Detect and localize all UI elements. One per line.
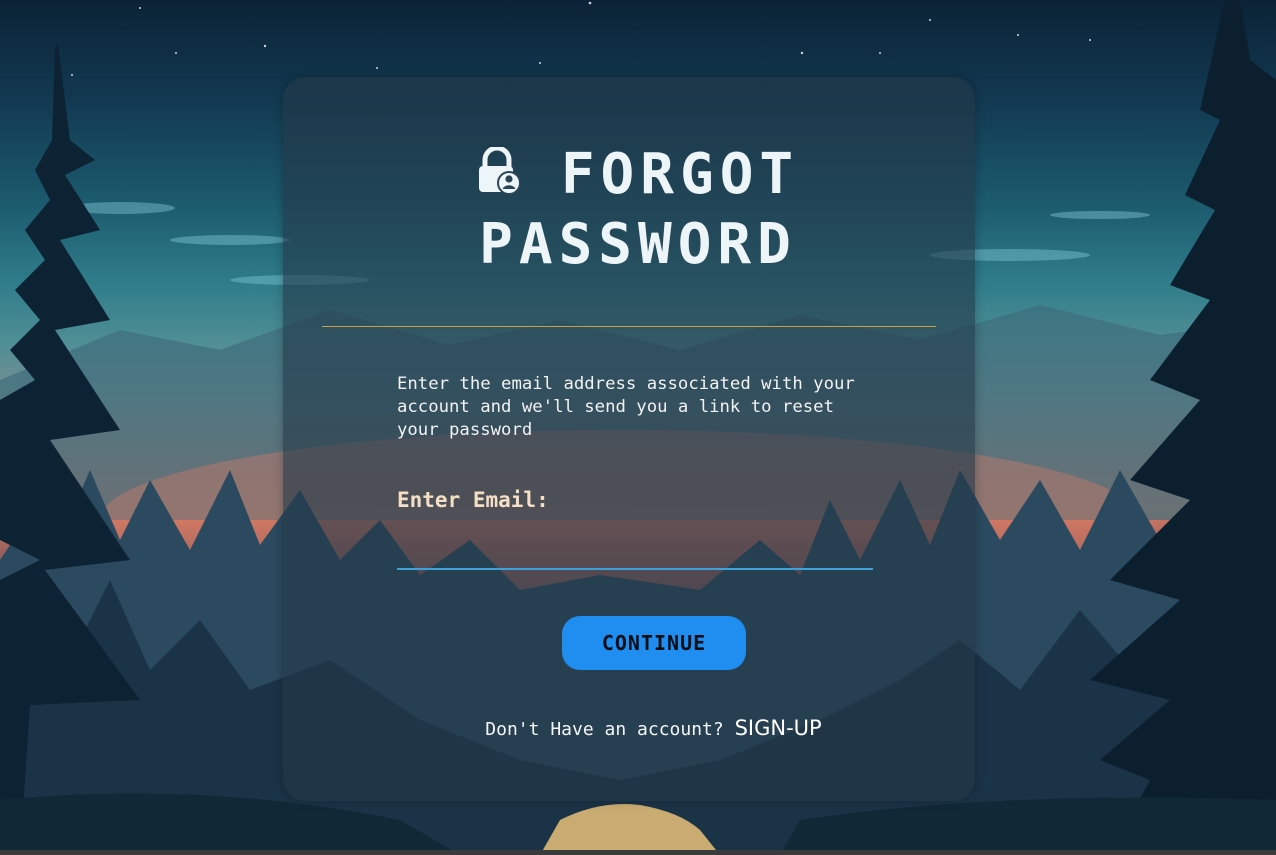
email-label: Enter Email: bbox=[397, 488, 549, 512]
lock-user-icon bbox=[478, 147, 521, 195]
signup-row: Don't Have an account? SIGN-UP bbox=[0, 716, 1276, 740]
signup-link[interactable]: SIGN-UP bbox=[735, 716, 822, 740]
stars bbox=[71, 1, 1091, 76]
title-text-forgot: FORGOT bbox=[560, 142, 800, 207]
title-line-1: FORGOT bbox=[0, 140, 1276, 210]
window-bottom-edge bbox=[0, 850, 1276, 855]
email-input[interactable] bbox=[397, 528, 873, 570]
page-title: FORGOT PASSWORD bbox=[0, 140, 1276, 280]
signup-prompt: Don't Have an account? bbox=[485, 719, 724, 740]
continue-button[interactable]: CONTINUE bbox=[562, 616, 746, 670]
instructions-text: Enter the email address associated with … bbox=[397, 374, 855, 440]
title-divider bbox=[322, 326, 936, 327]
title-text-password: PASSWORD bbox=[479, 212, 797, 277]
